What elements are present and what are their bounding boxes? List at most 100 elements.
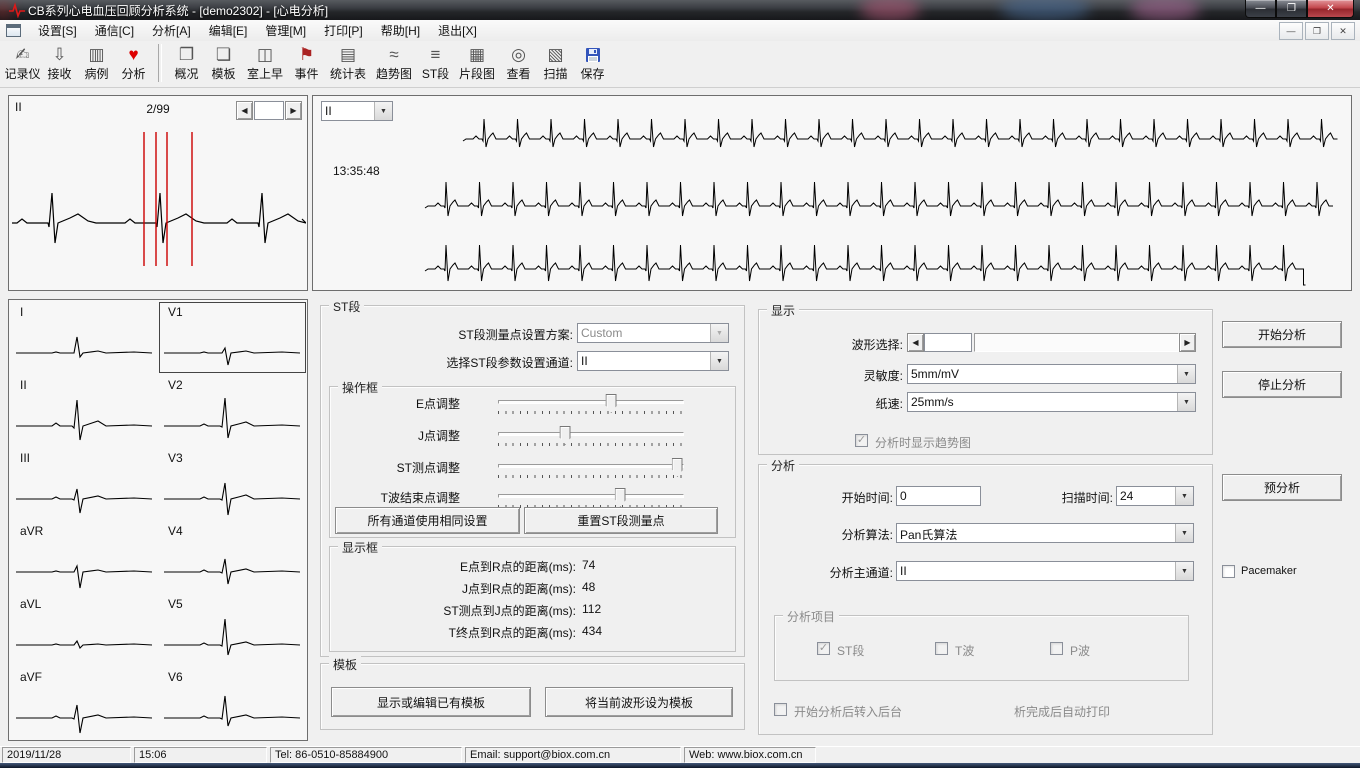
lead-cell-V2[interactable]: V2: [159, 375, 306, 446]
menu-manage[interactable]: 管理[M]: [256, 20, 315, 41]
toolbar-events-button[interactable]: ⚑ 事件: [288, 41, 325, 81]
analysis-group: 分析 开始时间: 0 扫描时间: 24 ▼ 分析算法: Pan氏算法 ▼ 分析主…: [758, 464, 1213, 735]
algorithm-label: 分析算法:: [759, 526, 893, 543]
menu-edit[interactable]: 编辑[E]: [200, 20, 257, 41]
application-window: { "window": { "title": "CB系列心电血压回顾分析系统 -…: [0, 0, 1360, 768]
chevron-down-icon[interactable]: ▼: [710, 352, 728, 370]
lead-cell-V4[interactable]: V4: [159, 521, 306, 592]
toolbar-overview-button[interactable]: ❐ 概况: [168, 41, 205, 81]
toolbar-scan-button[interactable]: ▧ 扫描: [537, 41, 574, 81]
lead-cell-V5[interactable]: V5: [159, 594, 306, 665]
algorithm-select[interactable]: Pan氏算法 ▼: [896, 523, 1194, 543]
stop-analysis-button[interactable]: 停止分析: [1222, 371, 1342, 398]
status-time: 15:06: [134, 747, 267, 763]
cases-icon: ▥: [88, 43, 104, 67]
lead-cell-aVL[interactable]: aVL: [11, 594, 157, 665]
e-point-slider[interactable]: [498, 400, 684, 404]
menu-analysis[interactable]: 分析[A]: [143, 20, 200, 41]
toolbar-analyze-button[interactable]: ♥ 分析: [115, 41, 152, 81]
reset-st-points-button[interactable]: 重置ST段测量点: [524, 507, 718, 534]
chevron-down-icon[interactable]: ▼: [374, 102, 392, 120]
pre-analysis-button[interactable]: 预分析: [1222, 474, 1342, 501]
menu-settings[interactable]: 设置[S]: [29, 20, 86, 41]
mdi-child-icon[interactable]: [6, 24, 21, 37]
status-bar: 2019/11/28 15:06 Tel: 86-0510-85884900 E…: [0, 746, 1360, 764]
st-item-checkbox: [817, 642, 830, 655]
template-group: 模板 显示或编辑已有模板 将当前波形设为模板: [320, 663, 745, 730]
heart-icon: ♥: [128, 43, 138, 67]
toolbar-save-button[interactable]: 保存: [574, 41, 611, 81]
toolbar-trend-button[interactable]: ≈ 趋势图: [371, 41, 417, 81]
toolbar-sve-button[interactable]: ◫ 室上早: [242, 41, 288, 81]
mdi-minimize-button[interactable]: —: [1279, 22, 1303, 40]
sve-icon: ◫: [257, 43, 273, 67]
menu-communication[interactable]: 通信[C]: [86, 20, 143, 41]
lead-cell-aVF[interactable]: aVF: [11, 667, 157, 738]
toolbar-template-button[interactable]: ❏ 模板: [205, 41, 242, 81]
j-point-slider[interactable]: [498, 432, 684, 436]
wave-select-label: 波形选择:: [759, 336, 903, 353]
lead-cell-I[interactable]: I: [11, 302, 157, 373]
menu-print[interactable]: 打印[P]: [315, 20, 372, 41]
strip-timestamp: 13:35:48: [333, 164, 380, 178]
lead-cell-V3[interactable]: V3: [159, 448, 306, 519]
scroll-track[interactable]: [974, 333, 1179, 352]
pager-next-button[interactable]: ▶: [285, 101, 302, 120]
toolbar-fragments-button[interactable]: ▦ 片段图: [454, 41, 500, 81]
beat-detail-panel[interactable]: II 2/99 ◀ ▶: [8, 95, 308, 291]
same-settings-button[interactable]: 所有通道使用相同设置: [335, 507, 520, 534]
menu-exit[interactable]: 退出[X]: [429, 20, 486, 41]
overview-icon: ❐: [179, 43, 194, 67]
chevron-down-icon[interactable]: ▼: [1175, 487, 1193, 505]
t-end-slider[interactable]: [498, 494, 684, 498]
slider-ticks: [498, 443, 685, 446]
scroll-right-button[interactable]: ▶: [1179, 333, 1196, 352]
st-point-slider[interactable]: [498, 464, 684, 468]
ecg-strip-panel[interactable]: II ▼ 13:35:48: [312, 95, 1352, 291]
pager-edit-box[interactable]: [254, 101, 284, 120]
set-template-button[interactable]: 将当前波形设为模板: [545, 687, 733, 717]
st-channel-select[interactable]: II ▼: [577, 351, 729, 371]
lead-cell-III[interactable]: III: [11, 448, 157, 519]
toolbar-view-button[interactable]: ◎ 查看: [500, 41, 537, 81]
minimize-button[interactable]: —: [1245, 0, 1276, 18]
chevron-down-icon[interactable]: ▼: [1175, 524, 1193, 542]
paper-speed-select[interactable]: 25mm/s ▼: [907, 392, 1196, 412]
mdi-window-controls: — ❐ ✕: [1279, 22, 1355, 40]
start-time-input[interactable]: 0: [896, 486, 981, 506]
mdi-restore-button[interactable]: ❐: [1305, 22, 1329, 40]
lead-wave-III: [14, 466, 154, 518]
edit-templates-button[interactable]: 显示或编辑已有模板: [331, 687, 531, 717]
pager-prev-button[interactable]: ◀: [236, 101, 253, 120]
toolbar-st-button[interactable]: ≡ ST段: [417, 41, 454, 81]
flag-icon: ⚑: [299, 43, 314, 67]
mdi-close-button[interactable]: ✕: [1331, 22, 1355, 40]
main-channel-select[interactable]: II ▼: [896, 561, 1194, 581]
menu-help[interactable]: 帮助[H]: [372, 20, 429, 41]
lead-cell-II[interactable]: II: [11, 375, 157, 446]
toolbar-receive-button[interactable]: ⇩ 接收: [41, 41, 78, 81]
wave-select-box[interactable]: [924, 333, 972, 352]
sensitivity-label: 灵敏度:: [759, 367, 903, 384]
start-analysis-button[interactable]: 开始分析: [1222, 321, 1342, 348]
window-controls: — ❐ ✕: [1245, 0, 1354, 18]
wave-select-scrollbar[interactable]: ◀ ▶: [907, 333, 1196, 352]
scroll-left-button[interactable]: ◀: [907, 333, 924, 352]
strip-lead-select[interactable]: II ▼: [321, 101, 393, 121]
chevron-down-icon[interactable]: ▼: [1177, 365, 1195, 383]
chevron-down-icon[interactable]: ▼: [1177, 393, 1195, 411]
scan-time-select[interactable]: 24 ▼: [1116, 486, 1194, 506]
toolbar-recorder-button[interactable]: ✍ 记录仪: [4, 41, 41, 81]
toolbar-cases-button[interactable]: ▥ 病例: [78, 41, 115, 81]
restore-button[interactable]: ❐: [1276, 0, 1307, 18]
toolbar-stats-button[interactable]: ▤ 统计表: [325, 41, 371, 81]
lead-cell-V1[interactable]: V1: [159, 302, 306, 373]
chevron-down-icon[interactable]: ▼: [1175, 562, 1193, 580]
close-button[interactable]: ✕: [1307, 0, 1354, 18]
beat-waveform-canvas[interactable]: [10, 126, 306, 290]
lead-cell-aVR[interactable]: aVR: [11, 521, 157, 592]
lead-cell-V6[interactable]: V6: [159, 667, 306, 738]
sensitivity-select[interactable]: 5mm/mV ▼: [907, 364, 1196, 384]
title-bar[interactable]: CB系列心电血压回顾分析系统 - [demo2302] - [心电分析] — ❐…: [0, 0, 1360, 20]
pacemaker-checkbox[interactable]: [1222, 565, 1235, 578]
